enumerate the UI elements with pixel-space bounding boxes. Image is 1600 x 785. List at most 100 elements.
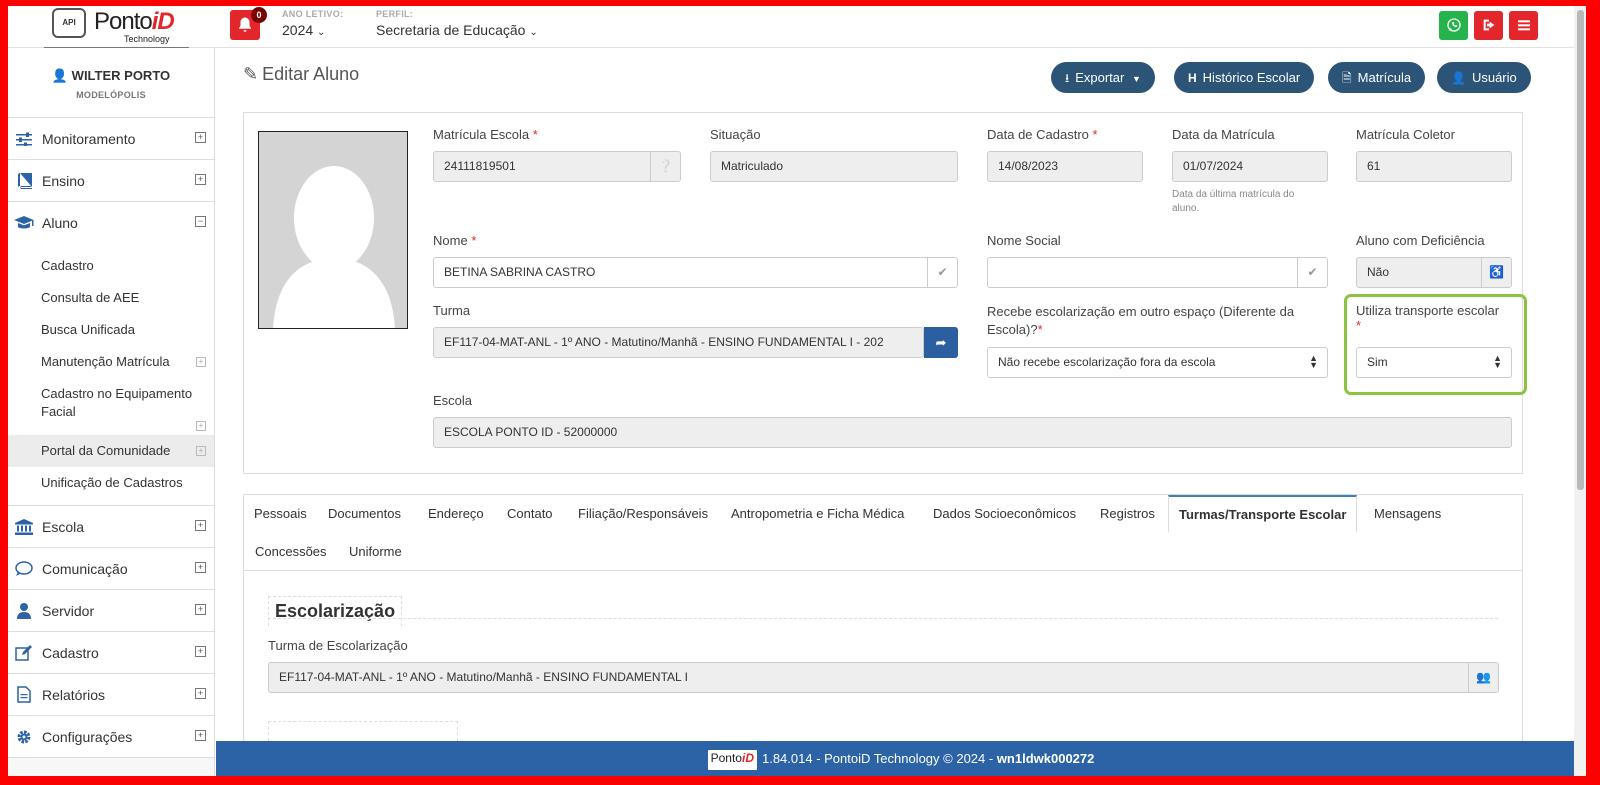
transporte-select[interactable]: Sim ▲ ▼ (1356, 347, 1512, 378)
perfil-label: PERFIL: (376, 9, 414, 19)
chevron-down-icon: ⌄ (529, 27, 538, 38)
submenu-item-label: Portal da Comunidade (41, 443, 171, 458)
field-label: Nome (433, 233, 468, 248)
data-cadastro-input[interactable]: 14/08/2023 (987, 151, 1143, 182)
footer: PontoiD 1.84.014 - PontoiD Technology © 2… (216, 741, 1586, 776)
menu-toggle-button[interactable] (1509, 11, 1538, 40)
bank-icon (14, 518, 34, 536)
next-section-legend (268, 721, 458, 741)
perfil-select[interactable]: PERFIL: Secretaria de Educação ⌄ (376, 9, 538, 38)
chat-icon (14, 560, 34, 578)
download-icon: ⭳ (1065, 71, 1070, 85)
submenu-item-manutencao-matricula[interactable]: Manutenção Matrícula + (8, 346, 214, 378)
app-window: API PontoiD Technology 0 ANO LETIVO: 202… (8, 6, 1586, 776)
sidebar-item-comunicacao[interactable]: Comunicação + (8, 548, 214, 590)
field-label: Nome Social (987, 233, 1061, 248)
nome-social-input[interactable]: ✔ (987, 257, 1328, 288)
sidebar-item-monitoramento[interactable]: Monitoramento + (8, 118, 214, 160)
turma-escolarizacao-input[interactable]: EF117-04-MAT-ANL - 1º ANO - Matutino/Man… (268, 662, 1499, 693)
data-matricula-input[interactable]: 01/07/2024 (1172, 151, 1328, 182)
select-arrows-icon: ▲ ▼ (1493, 353, 1502, 370)
matricula-coletor-field: Matrícula Coletor (1356, 127, 1455, 142)
sidebar-item-configuracoes[interactable]: Configurações + (8, 716, 214, 758)
sidebar-item-label: Comunicação (42, 560, 128, 577)
tab-documentos[interactable]: Documentos (318, 495, 411, 533)
escola-input[interactable]: ESCOLA PONTO ID - 52000000 (433, 417, 1512, 448)
sidebar-item-aluno[interactable]: Aluno − (8, 202, 214, 244)
logo-brand-accent: iD (151, 8, 175, 35)
submenu-item-label: Cadastro no Equipamento Facial (41, 386, 193, 419)
hamburger-icon (1517, 20, 1530, 31)
ano-letivo-select[interactable]: ANO LETIVO: 2024 ⌄ (282, 9, 343, 38)
question-circle-icon[interactable]: ❔ (650, 152, 680, 181)
user-info: 👤 WILTER PORTO MODELÓPOLIS (8, 48, 214, 118)
aluno-deficiencia-input[interactable]: Não ♿ (1356, 257, 1512, 288)
logout-button[interactable] (1474, 11, 1503, 40)
field-label: Aluno com Deficiência (1356, 233, 1485, 248)
tab-mensagens[interactable]: Mensagens (1364, 495, 1451, 533)
matricula-escola-input[interactable]: 24111819501 ❔ (433, 151, 681, 182)
data-matricula-field: Data da Matrícula (1172, 127, 1275, 142)
page-scrollbar[interactable] (1574, 6, 1586, 776)
tab-filiacao[interactable]: Filiação/Responsáveis (568, 495, 718, 533)
submenu-item-busca-unificada[interactable]: Busca Unificada (8, 314, 214, 346)
historico-label: Histórico Escolar (1202, 70, 1301, 85)
perfil-value: Secretaria de Educação (376, 22, 526, 38)
whatsapp-button[interactable] (1439, 11, 1468, 40)
submenu-item-consulta-aee[interactable]: Consulta de AEE (8, 282, 214, 314)
tab-dados-socioeconomicos[interactable]: Dados Socioeconômicos (923, 495, 1086, 533)
submenu-item-unificacao-cadastros[interactable]: Unificação de Cadastros (8, 467, 214, 499)
sidebar-item-escola[interactable]: Escola + (8, 506, 214, 548)
sidebar-item-label: Cadastro (42, 644, 99, 661)
student-photo[interactable] (258, 131, 408, 329)
submenu-item-cadastro-equipamento-facial[interactable]: Cadastro no Equipamento Facial + (8, 378, 214, 435)
collapse-icon: − (195, 216, 206, 227)
usuario-button[interactable]: 👤 Usuário (1437, 62, 1531, 93)
page-title: ✎ Editar Aluno (243, 64, 359, 85)
tab-pessoais[interactable]: Pessoais (244, 495, 317, 533)
submenu-item-portal-comunidade[interactable]: Portal da Comunidade + (8, 435, 214, 467)
tab-endereco[interactable]: Endereço (418, 495, 494, 533)
situacao-input[interactable]: Matriculado (710, 151, 958, 182)
transporte-field: Utiliza transporte escolar * (1356, 303, 1500, 333)
turma-go-button[interactable]: ➦ (924, 327, 958, 358)
submenu-item-cadastro[interactable]: Cadastro (8, 250, 214, 282)
expand-icon: + (195, 604, 206, 615)
tab-concessoes[interactable]: Concessões (245, 533, 337, 571)
sidebar-item-ensino[interactable]: Ensino + (8, 160, 214, 202)
sidebar-item-cadastro[interactable]: Cadastro + (8, 632, 214, 674)
wheelchair-icon: ♿ (1481, 258, 1511, 287)
exportar-button[interactable]: ⭳ Exportar ▼ (1051, 62, 1155, 93)
edit-icon (14, 644, 34, 662)
field-label: Turma (433, 303, 471, 318)
select-arrows-icon: ▲ ▼ (1309, 353, 1318, 370)
expand-icon: + (195, 132, 206, 143)
share-icon: ➦ (935, 335, 947, 350)
expand-icon: + (196, 357, 206, 367)
turma-input[interactable]: EF117-04-MAT-ANL - 1º ANO - Matutino/Man… (433, 327, 924, 358)
scrollbar-thumb[interactable] (1577, 10, 1584, 490)
turma-field: Turma (433, 303, 470, 318)
sidebar-item-relatorios[interactable]: Relatórios + (8, 674, 214, 716)
sidebar: 👤 WILTER PORTO MODELÓPOLIS Monitoramento… (8, 48, 215, 776)
notification-count-badge: 0 (251, 7, 267, 23)
tab-turmas-transporte[interactable]: Turmas/Transporte Escolar (1168, 495, 1358, 533)
notifications-button[interactable]: 0 (230, 7, 267, 40)
check-icon: ✔ (927, 258, 957, 287)
tab-antropometria[interactable]: Antropometria e Ficha Médica (721, 495, 914, 533)
nome-input[interactable]: BETINA SABRINA CASTRO ✔ (433, 257, 958, 288)
sidebar-item-servidor[interactable]: Servidor + (8, 590, 214, 632)
tab-uniforme[interactable]: Uniforme (339, 533, 412, 571)
usuario-label: Usuário (1471, 70, 1517, 85)
situacao-field: Situação (710, 127, 761, 142)
caret-down-icon: ▼ (1131, 74, 1141, 84)
ano-letivo-label: ANO LETIVO: (282, 9, 344, 19)
app-logo[interactable]: API PontoiD Technology (44, 6, 189, 48)
sidebar-item-label: Relatórios (42, 686, 106, 703)
historico-escolar-button[interactable]: H Histórico Escolar (1174, 62, 1315, 93)
tab-registros[interactable]: Registros (1090, 495, 1165, 533)
recebe-escolarizacao-select[interactable]: Não recebe escolarização fora da escola ▲… (987, 347, 1328, 378)
tab-contato[interactable]: Contato (497, 495, 563, 533)
matricula-coletor-input[interactable]: 61 (1356, 151, 1512, 182)
matricula-button[interactable]: 🗎 Matrícula (1328, 62, 1426, 93)
